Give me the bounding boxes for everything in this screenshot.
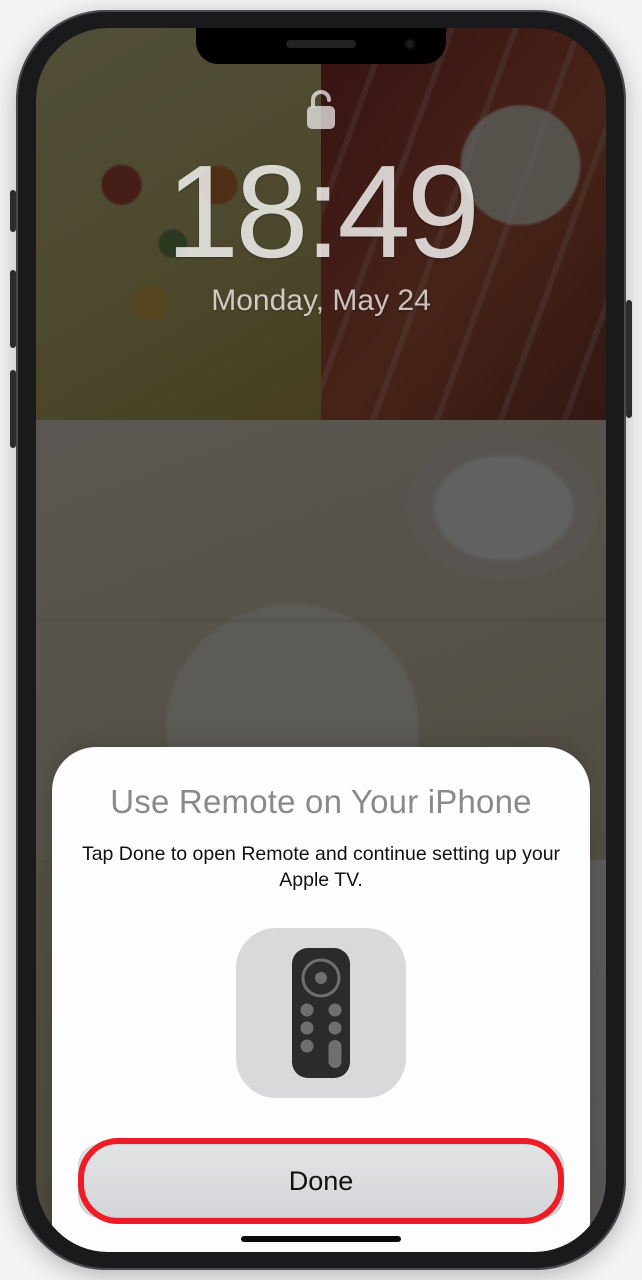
sheet-title: Use Remote on Your iPhone xyxy=(110,783,531,821)
earpiece xyxy=(286,40,356,48)
setup-sheet: Use Remote on Your iPhone Tap Done to op… xyxy=(52,747,590,1252)
stage: 18:49 Monday, May 24 Use Remote on Your … xyxy=(0,0,642,1280)
mute-switch[interactable] xyxy=(10,190,16,232)
front-camera xyxy=(404,38,416,50)
home-indicator[interactable] xyxy=(241,1236,401,1242)
screen: 18:49 Monday, May 24 Use Remote on Your … xyxy=(36,28,606,1252)
side-button[interactable] xyxy=(626,300,632,418)
phone-frame: 18:49 Monday, May 24 Use Remote on Your … xyxy=(16,10,626,1270)
lock-open-icon xyxy=(36,88,606,132)
done-button-container: Done xyxy=(78,1144,564,1226)
remote-app-icon xyxy=(236,928,406,1098)
volume-up-button[interactable] xyxy=(10,270,16,348)
done-button[interactable]: Done xyxy=(78,1144,564,1218)
notch xyxy=(196,28,446,64)
apple-tv-remote-icon xyxy=(292,948,350,1078)
sheet-body: Tap Done to open Remote and continue set… xyxy=(81,841,561,894)
lock-date: Monday, May 24 xyxy=(36,284,606,318)
lock-time: 18:49 xyxy=(36,146,606,278)
volume-down-button[interactable] xyxy=(10,370,16,448)
